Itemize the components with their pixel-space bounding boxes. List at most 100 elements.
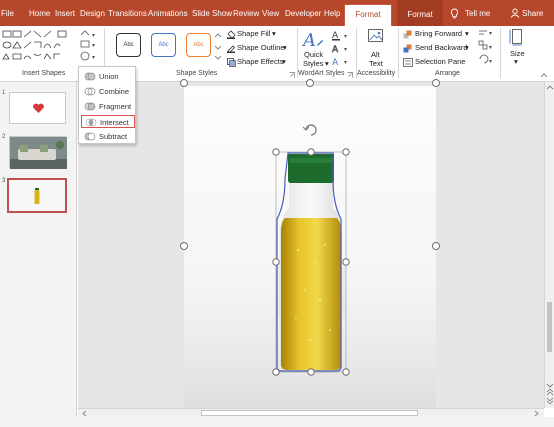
tab-slide-show[interactable]: Slide Show [192, 0, 232, 26]
swatch-label: Abc [193, 42, 204, 48]
union-icon [84, 72, 96, 81]
tab-insert[interactable]: Insert [55, 0, 75, 26]
tab-file[interactable]: File [1, 0, 14, 26]
slide-number: 2 [2, 134, 6, 140]
collapse-ribbon-icon[interactable] [540, 72, 548, 78]
quick-styles-icon: A [302, 30, 323, 50]
scroll-down-icon[interactable] [546, 382, 554, 404]
alt-text-label-1[interactable]: Alt [371, 50, 380, 59]
quick-styles-label-2[interactable]: Styles [303, 59, 323, 68]
scroll-right-icon[interactable] [534, 410, 540, 417]
arrange-group-label: Arrange [435, 70, 460, 77]
bring-forward-icon [403, 30, 412, 39]
alt-text-label-2[interactable]: Text [369, 59, 383, 68]
shape-style-swatch-2[interactable]: Abc [151, 33, 176, 57]
ribbon-separator [500, 28, 501, 78]
dialog-launcher-icon[interactable] [289, 72, 295, 78]
selection-pane-button[interactable]: Selection Pane [415, 57, 465, 66]
swatch-label: Abc [123, 42, 134, 48]
combine-icon [84, 87, 96, 96]
bring-forward-button[interactable]: Bring Forward [415, 29, 462, 38]
tab-review[interactable]: Review [233, 0, 259, 26]
shape-outline-button[interactable]: Shape Outline [237, 43, 285, 52]
menu-item-fragment[interactable]: Fragment [81, 100, 135, 113]
vertical-scrollbar[interactable] [544, 82, 554, 408]
send-backward-button[interactable]: Send Backward [415, 43, 468, 52]
tab-format-drawing[interactable]: Format [344, 4, 392, 26]
shape-styles-group-label: Shape Styles [176, 70, 218, 77]
svg-text:▾: ▾ [344, 46, 347, 53]
intersect-icon [85, 118, 97, 127]
scroll-up-icon[interactable] [546, 84, 554, 90]
slide-thumbnail-2[interactable] [9, 136, 67, 169]
slide-thumbnail-1[interactable] [9, 92, 66, 124]
merge-shapes-menu: Union Combine Fragment Intersect Subtrac… [78, 66, 136, 144]
chevron-down-icon: ▾ [282, 57, 286, 66]
edit-shape-icons[interactable]: ▾ ▾ ▾ [79, 29, 99, 63]
heart-image [33, 103, 44, 113]
ribbon-separator [398, 28, 399, 78]
menu-item-intersect-highlighted[interactable]: Intersect [81, 115, 135, 128]
menu-item-label: Intersect [100, 118, 129, 127]
tab-design[interactable]: Design [80, 0, 105, 26]
horizontal-scrollbar[interactable] [78, 408, 544, 417]
selection-pane-icon [403, 58, 413, 67]
paint-bucket-icon [227, 30, 236, 39]
menu-item-combine[interactable]: Combine [81, 85, 135, 98]
gallery-scroll-icon[interactable] [214, 32, 222, 62]
horizontal-scroll-thumb[interactable] [201, 410, 418, 416]
svg-text:▾: ▾ [489, 30, 492, 37]
slide-thumbnail-3-selected[interactable] [7, 178, 67, 213]
chevron-down-icon: ▾ [465, 43, 469, 52]
tab-format-picture[interactable]: Format [397, 0, 443, 26]
menu-item-subtract[interactable]: Subtract [81, 130, 135, 143]
shape-fill-button[interactable]: Shape Fill [237, 29, 270, 38]
tell-me-search[interactable]: Tell me [465, 0, 490, 26]
slide[interactable] [184, 86, 436, 408]
chevron-down-icon: ▾ [465, 29, 469, 38]
svg-text:▾: ▾ [489, 58, 492, 65]
insert-shapes-group-label: Insert Shapes [22, 70, 66, 77]
tab-transitions[interactable]: Transitions [108, 0, 147, 26]
scroll-left-icon[interactable] [81, 410, 87, 417]
menu-item-label: Union [99, 72, 119, 81]
send-backward-icon [403, 44, 412, 53]
chevron-down-icon: ▾ [514, 57, 518, 66]
size-icon [509, 29, 522, 46]
svg-text:A: A [332, 45, 339, 55]
tab-home[interactable]: Home [29, 0, 50, 26]
shape-effects-button[interactable]: Shape Effects [237, 57, 284, 66]
tab-animations[interactable]: Animations [148, 0, 188, 26]
svg-text:▾: ▾ [92, 54, 95, 61]
slide-editing-canvas [78, 82, 544, 408]
svg-text:A: A [302, 30, 316, 50]
svg-text:▾: ▾ [344, 59, 347, 66]
align-group-rotate-icons[interactable]: ▾ ▾ ▾ [478, 28, 496, 66]
menu-item-label: Subtract [99, 132, 127, 141]
fragment-icon [84, 102, 96, 111]
slide-number: 3 [2, 178, 6, 184]
svg-text:▾: ▾ [489, 44, 492, 51]
shape-style-swatch-1[interactable]: Abc [116, 33, 141, 57]
shapes-gallery[interactable] [2, 29, 70, 67]
svg-text:▾: ▾ [344, 33, 347, 40]
tab-help[interactable]: Help [324, 0, 340, 26]
svg-text:A: A [332, 58, 339, 68]
share-button[interactable]: Share [522, 0, 543, 26]
slide-number: 1 [2, 90, 6, 96]
lightbulb-icon [450, 8, 459, 19]
dialog-launcher-icon[interactable] [347, 72, 353, 78]
text-fill-outline-effects-icons[interactable]: A ▾ A ▾ A ▾ [331, 29, 353, 69]
svg-text:▾: ▾ [92, 42, 95, 49]
menu-item-union[interactable]: Union [81, 70, 135, 83]
bottle-image [9, 180, 65, 211]
svg-text:▾: ▾ [92, 32, 95, 39]
shape-style-swatch-3[interactable]: Abc [186, 33, 211, 57]
quick-styles-label-1[interactable]: Quick [304, 50, 323, 59]
sofa-image [10, 137, 67, 169]
tab-view[interactable]: View [262, 0, 279, 26]
tab-developer[interactable]: Developer [285, 0, 321, 26]
alt-text-icon [368, 29, 383, 42]
vertical-scroll-thumb[interactable] [547, 302, 552, 352]
chevron-down-icon: ▾ [283, 43, 287, 52]
